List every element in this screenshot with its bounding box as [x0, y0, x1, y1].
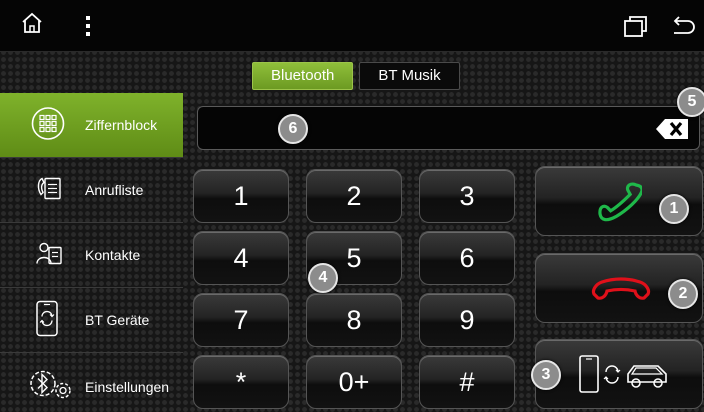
- marker-1: 1: [659, 194, 689, 224]
- call-log-icon: [34, 175, 64, 206]
- sidebar-item-einstellungen[interactable]: Einstellungen: [0, 355, 183, 412]
- back-icon[interactable]: [670, 16, 696, 41]
- sidebar-item-label: Einstellungen: [85, 379, 170, 395]
- phone-sync-icon: [36, 300, 58, 340]
- sidebar-item-label: BT Geräte: [85, 312, 150, 328]
- backspace-icon[interactable]: [655, 118, 689, 145]
- sidebar-item-bt-geraete[interactable]: BT Geräte: [0, 288, 183, 352]
- marker-6: 6: [278, 114, 308, 144]
- home-icon[interactable]: [20, 12, 44, 39]
- key-0-plus[interactable]: 0+: [306, 355, 402, 409]
- marker-4: 4: [308, 263, 338, 293]
- recent-apps-icon[interactable]: [624, 15, 648, 42]
- key-2[interactable]: 2: [306, 169, 402, 223]
- key-1[interactable]: 1: [193, 169, 289, 223]
- marker-3: 3: [531, 360, 561, 390]
- key-6[interactable]: 6: [419, 231, 515, 285]
- marker-2: 2: [668, 279, 698, 309]
- more-options-icon[interactable]: [84, 14, 92, 43]
- marker-5: 5: [677, 87, 704, 117]
- sidebar-item-kontakte[interactable]: Kontakte: [0, 223, 183, 287]
- key-9[interactable]: 9: [419, 293, 515, 347]
- sidebar-item-label: Kontakte: [85, 247, 141, 263]
- status-bar: [0, 0, 704, 52]
- key-7[interactable]: 7: [193, 293, 289, 347]
- tab-bt-musik[interactable]: BT Musik: [359, 62, 460, 90]
- bluetooth-settings-icon: [28, 369, 74, 406]
- call-accept-icon: [598, 179, 644, 230]
- tab-bar: Bluetooth BT Musik: [252, 62, 460, 90]
- sidebar-item-label: Ziffernblock: [85, 117, 158, 133]
- sidebar-item-label: Anrufliste: [85, 182, 144, 198]
- key-star[interactable]: *: [193, 355, 289, 409]
- key-3[interactable]: 3: [419, 169, 515, 223]
- key-hash[interactable]: #: [419, 355, 515, 409]
- key-8[interactable]: 8: [306, 293, 402, 347]
- sidebar-item-ziffernblock[interactable]: Ziffernblock: [0, 93, 183, 157]
- sidebar-item-anrufliste[interactable]: Anrufliste: [0, 158, 183, 222]
- call-end-icon: [590, 276, 652, 307]
- key-4[interactable]: 4: [193, 231, 289, 285]
- phone-car-connect-icon: [576, 352, 676, 403]
- divider: [0, 352, 183, 353]
- keypad-icon: [31, 107, 65, 144]
- tab-bluetooth[interactable]: Bluetooth: [252, 62, 354, 90]
- contacts-icon: [34, 240, 64, 271]
- number-display[interactable]: [197, 106, 700, 150]
- sidebar: Ziffernblock Anrufliste Kontakte BT Gerä…: [0, 93, 183, 412]
